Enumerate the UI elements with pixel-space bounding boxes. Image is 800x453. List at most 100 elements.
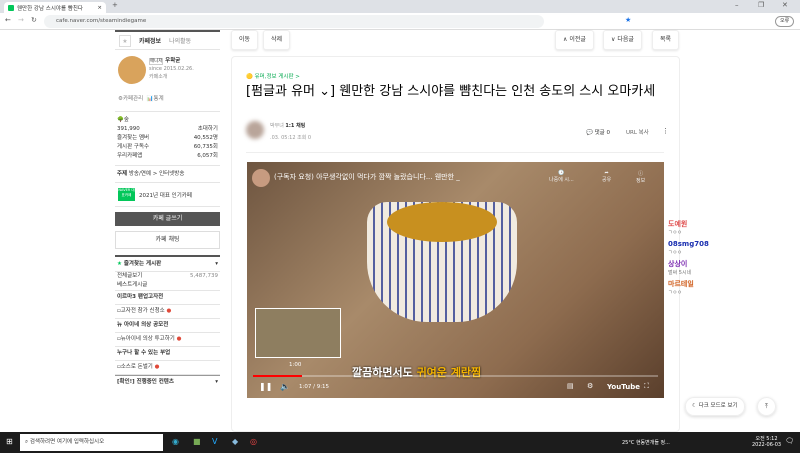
windows-taskbar: ⊞ ⌕ 검색하려면 여기에 입력하십시오 ◉ ■ V ◆ ◎ 25°C 현동변개…	[0, 432, 800, 453]
new-tab-button[interactable]: +	[112, 1, 118, 9]
back-icon[interactable]: ←	[5, 16, 11, 24]
manager-name[interactable]: 우왁굳	[165, 58, 180, 64]
dark-mode-button[interactable]: ☾ 다크 모드로 보기	[685, 397, 745, 416]
chat-username[interactable]: 마르테일	[668, 280, 709, 289]
cafe-favicon	[8, 4, 14, 11]
chat-username[interactable]: 08smg708	[668, 240, 709, 249]
reload-icon[interactable]: ↻	[31, 16, 37, 24]
article-title: [펌글과 유머 ⌄] 웬만한 강남 스시야를 뺨친다는 인천 송도의 스시 오마…	[246, 84, 656, 99]
close-window-button[interactable]: ✕	[782, 1, 788, 9]
info-button[interactable]: ⓘ 정보	[636, 170, 645, 184]
taskbar-search-input[interactable]: ⌕ 검색하려면 여기에 입력하십시오	[20, 434, 163, 451]
delete-button[interactable]: 삭제	[263, 30, 291, 50]
bookmark-star-icon[interactable]: ★	[625, 16, 631, 24]
egg-custard	[387, 202, 497, 242]
board-item[interactable]: 소스로 돈벌기	[121, 364, 153, 370]
clock[interactable]: 오전 5:12 2022-06-03	[752, 435, 781, 448]
browser-tab[interactable]: 웬만한 강남 스시야를 뺨친다 ×	[4, 2, 106, 13]
author-name[interactable]: 박부녀	[270, 123, 284, 129]
board-item[interactable]: 뉴아이네 의상 투고하기	[121, 336, 175, 342]
cafe-app-count: 6,057회	[197, 153, 218, 159]
board-best-posts[interactable]: 베스트게시글	[117, 281, 147, 290]
share-button[interactable]: ➦ 공유	[602, 170, 611, 183]
minimize-button[interactable]: –	[735, 1, 739, 9]
level-icon: 🌳숲	[117, 117, 129, 123]
section-title[interactable]: [확인!] 진행중인 컨텐츠	[117, 376, 174, 389]
watch-later-button[interactable]: 🕓 나중에 시...	[549, 170, 574, 183]
author-avatar[interactable]	[246, 121, 264, 139]
chat-message: 상상이 벌써 5시네	[668, 260, 709, 278]
chrome-icon[interactable]: ◎	[250, 437, 257, 446]
view-count: 조회 0	[297, 135, 312, 141]
notification-icon[interactable]: 🗨	[785, 437, 794, 445]
pause-button[interactable]: ❚❚	[259, 382, 272, 391]
close-tab-icon[interactable]: ×	[97, 5, 102, 11]
chat-username[interactable]: 상상이	[668, 260, 709, 269]
chat-message: 08smg708 ㄱㅇㅇ	[668, 240, 709, 258]
board-subs-label: 게시판 구독수	[117, 144, 150, 150]
vscode-icon[interactable]: V	[212, 437, 217, 446]
address-bar-row: ← → ↻ cafe.naver.com/steamindiegame ★ 오류	[0, 13, 800, 30]
chat-badge[interactable]: 1:1 채팅	[285, 123, 305, 129]
minecraft-icon[interactable]: ■	[193, 437, 201, 446]
member-count[interactable]: 391,990	[117, 125, 140, 134]
prev-post-button[interactable]: ∧ 이전글	[555, 30, 594, 50]
comments-link[interactable]: 💬 댓글 0	[586, 128, 610, 136]
tab-title: 웬만한 강남 스시야를 뺨친다	[17, 5, 83, 12]
write-post-button[interactable]: 카페 글쓰기	[115, 212, 220, 226]
youtube-video-player[interactable]: (구독자 요청) 아무생각없이 먹다가 깜짝 놀랐습니다... 웬만한 _ 🕓 나…	[247, 162, 664, 398]
cafe-admin-link[interactable]: 카페관리	[123, 96, 143, 102]
video-subtitle: 깔끔하면서도 귀여운 계란찜	[352, 366, 482, 379]
since-date: since 2015.02.26.	[149, 66, 194, 72]
chat-username[interactable]: 도예원	[668, 220, 709, 229]
windows-start-icon[interactable]: ⊞	[6, 437, 13, 446]
chat-panel: 도예원 ㄱㅇㅇ 08smg708 ㄱㅇㅇ 상상이 벌써 5시네 마르테일 ㄱㅇㅇ ☾ 다크 모…	[665, 30, 800, 432]
award-text: 2021년 대표 인기카페	[139, 192, 192, 199]
chat-text: ㄱㅇㅇ	[668, 290, 682, 296]
subtitles-icon[interactable]: ▤	[567, 382, 574, 390]
youtube-logo[interactable]: YouTube	[607, 383, 640, 391]
edge-icon[interactable]: ◉	[172, 437, 179, 446]
profile-button[interactable]: 오류	[775, 16, 795, 27]
invite-link[interactable]: 초대하기	[198, 125, 218, 134]
tab-my-activity[interactable]: 나의활동	[169, 36, 191, 45]
chat-message: 마르테일 ㄱㅇㅇ	[668, 280, 709, 298]
tab-cafe-info[interactable]: 카페정보	[139, 36, 161, 45]
favorite-star-icon[interactable]: ★	[119, 34, 131, 47]
next-post-button[interactable]: ∨ 다음글	[603, 30, 642, 50]
tab-bar: 웬만한 강남 스시야를 뺨친다 × + – ❐ ✕	[0, 0, 800, 13]
fav-boards-heading[interactable]: 즐겨찾는 게시판	[124, 261, 161, 267]
forward-icon[interactable]: →	[18, 16, 24, 24]
video-title[interactable]: (구독자 요청) 아무생각없이 먹다가 깜짝 놀랐습니다... 웬만한 _	[274, 172, 460, 182]
channel-avatar[interactable]	[252, 169, 270, 187]
naver-badge: NAVER 대표카페	[118, 188, 135, 201]
chat-text: 벌써 5시네	[668, 270, 692, 276]
section-title: 누구나 할 수 있는 부업	[117, 350, 171, 356]
board-link[interactable]: 🟡 유머,정보 게시판 >	[246, 72, 300, 80]
volume-icon[interactable]: 🔈	[280, 382, 290, 391]
fullscreen-icon[interactable]: ⛶	[644, 382, 649, 391]
cafe-sidebar: ★ 카페정보 나의활동 매니저 우왁굳 since 2015.02.26. 카페…	[115, 30, 220, 432]
move-button[interactable]: 이동	[231, 30, 259, 50]
board-item[interactable]: 고자전 참가 신청소	[121, 308, 165, 314]
chat-message: 도예원 ㄱㅇㅇ	[668, 220, 709, 238]
settings-gear-icon[interactable]: ⚙	[587, 382, 593, 390]
cafe-chat-button[interactable]: 카페 채팅	[115, 231, 220, 249]
board-all-posts[interactable]: 전체글보기	[117, 272, 142, 281]
cafe-topic[interactable]: 방송/연예 > 인터넷방송	[129, 171, 185, 177]
section-title: 뉴 아이네 의상 공모전	[117, 322, 169, 328]
app-icon[interactable]: ◆	[232, 437, 238, 446]
chat-text: ㄱㅇㅇ	[668, 230, 682, 236]
url-copy-button[interactable]: URL 복사	[626, 128, 649, 136]
url-input[interactable]: cafe.naver.com/steamindiegame	[44, 15, 544, 28]
progress-bar[interactable]	[253, 375, 658, 377]
stats-link[interactable]: 통계	[154, 96, 164, 102]
cafe-intro-link[interactable]: 카페소개	[149, 73, 167, 80]
cafe-app-label: 우리카페앱	[117, 153, 143, 159]
weather-widget[interactable]: 25°C 현동변개들 정...	[622, 439, 670, 446]
all-posts-count: 5,487,739	[190, 273, 218, 279]
maximize-button[interactable]: ❐	[758, 1, 764, 9]
scroll-top-button[interactable]: ⤒	[757, 397, 776, 416]
divider	[246, 152, 664, 153]
fav-members-label: 즐겨찾는 멤버	[117, 135, 150, 141]
